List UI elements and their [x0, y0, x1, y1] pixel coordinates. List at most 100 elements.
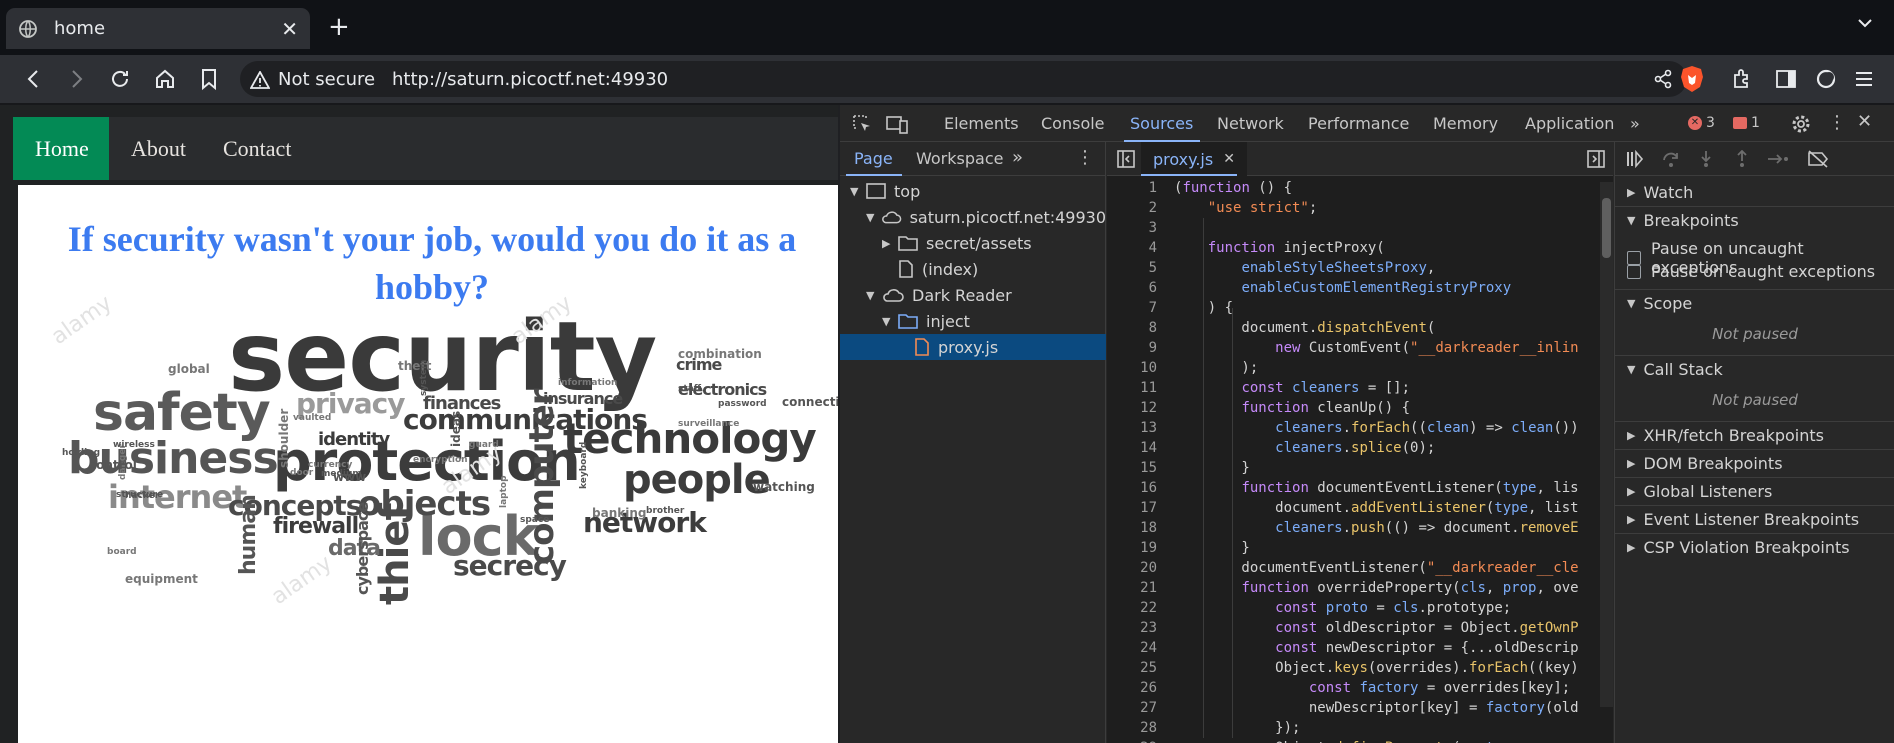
- line-number[interactable]: 10: [1107, 360, 1157, 376]
- line-number[interactable]: 1: [1107, 180, 1157, 196]
- security-indicator[interactable]: Not secure: [250, 69, 375, 90]
- line-number[interactable]: 26: [1107, 680, 1157, 696]
- close-file-icon[interactable]: ✕: [1223, 151, 1235, 167]
- line-number[interactable]: 24: [1107, 640, 1157, 656]
- tab-performance[interactable]: Performance: [1308, 114, 1409, 133]
- line-number[interactable]: 25: [1107, 660, 1157, 676]
- close-devtools-icon[interactable]: ✕: [1857, 111, 1872, 132]
- pause-caught-checkbox[interactable]: Pause on caught exceptions: [1627, 262, 1875, 281]
- new-tab-button[interactable]: +: [328, 12, 350, 42]
- url-text[interactable]: http://saturn.picoctf.net:49930: [392, 69, 668, 90]
- tree-item-proxy-js[interactable]: proxy.js: [840, 334, 1106, 360]
- navigator-menu-icon[interactable]: ⋮: [1076, 147, 1094, 168]
- dom-breakpoints-section[interactable]: ▶ DOM Breakpoints: [1615, 449, 1894, 477]
- home-icon[interactable]: [153, 67, 177, 91]
- tab-elements[interactable]: Elements: [944, 114, 1019, 133]
- line-number[interactable]: 2: [1107, 200, 1157, 216]
- line-number[interactable]: 12: [1107, 400, 1157, 416]
- leo-ai-icon[interactable]: [1814, 67, 1838, 91]
- watch-section[interactable]: ▶ Watch: [1615, 178, 1894, 206]
- more-tabs-icon[interactable]: »: [1630, 114, 1640, 133]
- reload-icon[interactable]: [108, 67, 132, 91]
- toggle-navigator-icon[interactable]: [1117, 150, 1135, 168]
- inspect-element-icon[interactable]: [852, 114, 872, 134]
- line-number[interactable]: 6: [1107, 280, 1157, 296]
- line-number[interactable]: 27: [1107, 700, 1157, 716]
- line-number[interactable]: 9: [1107, 340, 1157, 356]
- global-listeners-section[interactable]: ▶ Global Listeners: [1615, 477, 1894, 505]
- line-number[interactable]: 13: [1107, 420, 1157, 436]
- menu-icon[interactable]: [1852, 67, 1876, 91]
- errors-counter[interactable]: ✕ 3: [1688, 115, 1715, 131]
- code-view[interactable]: 1 (function () {2 "use strict"; 3 4 functio…: [1107, 178, 1613, 743]
- step-over-icon[interactable]: [1661, 150, 1681, 168]
- tab-sources[interactable]: Sources: [1130, 114, 1193, 133]
- share-icon[interactable]: [1653, 69, 1673, 89]
- line-number[interactable]: 4: [1107, 240, 1157, 256]
- checkbox[interactable]: [1627, 264, 1641, 279]
- editor-tab-proxy-js[interactable]: proxy.js ✕: [1141, 142, 1247, 176]
- address-bar[interactable]: Not secure http://saturn.picoctf.net:499…: [240, 61, 1687, 97]
- tree-item-index[interactable]: (index): [840, 256, 1106, 282]
- tree-item-origin[interactable]: ▼ saturn.picoctf.net:49930: [840, 204, 1106, 230]
- forward-icon[interactable]: [64, 67, 88, 91]
- line-number[interactable]: 17: [1107, 500, 1157, 516]
- csp-violation-breakpoints-section[interactable]: ▶ CSP Violation Breakpoints: [1615, 533, 1894, 561]
- tab-application[interactable]: Application: [1525, 114, 1614, 133]
- kebab-menu-icon[interactable]: ⋮: [1828, 112, 1846, 133]
- tab-console[interactable]: Console: [1041, 114, 1105, 133]
- line-number[interactable]: 28: [1107, 720, 1157, 736]
- line-number[interactable]: 23: [1107, 620, 1157, 636]
- xhr-breakpoints-section[interactable]: ▶ XHR/fetch Breakpoints: [1615, 421, 1894, 449]
- call-stack-section[interactable]: ▼ Call Stack: [1615, 355, 1894, 383]
- brave-shields-icon[interactable]: [1680, 65, 1704, 93]
- step-out-icon[interactable]: [1733, 150, 1751, 168]
- tab-memory[interactable]: Memory: [1433, 114, 1498, 133]
- line-number[interactable]: 22: [1107, 600, 1157, 616]
- line-number[interactable]: 16: [1107, 480, 1157, 496]
- line-number[interactable]: 5: [1107, 260, 1157, 276]
- navigator-tab-page[interactable]: Page: [854, 149, 893, 168]
- line-number[interactable]: 15: [1107, 460, 1157, 476]
- step-icon[interactable]: [1767, 150, 1789, 168]
- tab-network[interactable]: Network: [1217, 114, 1284, 133]
- pause-icon[interactable]: [1625, 150, 1643, 168]
- settings-gear-icon[interactable]: [1790, 113, 1812, 135]
- line-number[interactable]: 7: [1107, 300, 1157, 316]
- navigator-tab-workspace[interactable]: Workspace: [916, 149, 1003, 168]
- tab-search-chevron-icon[interactable]: [1856, 14, 1874, 32]
- tree-item-inject[interactable]: ▼ inject: [840, 308, 1106, 334]
- back-icon[interactable]: [22, 67, 46, 91]
- line-number[interactable]: 14: [1107, 440, 1157, 456]
- more-navigator-tabs-icon[interactable]: »: [1012, 147, 1023, 168]
- nav-about-link[interactable]: About: [109, 117, 208, 180]
- line-number[interactable]: 20: [1107, 560, 1157, 576]
- nav-contact-link[interactable]: Contact: [201, 117, 313, 180]
- bookmark-icon[interactable]: [197, 67, 221, 91]
- event-listener-breakpoints-section[interactable]: ▶ Event Listener Breakpoints: [1615, 505, 1894, 533]
- issues-counter[interactable]: 1: [1733, 115, 1760, 131]
- breakpoints-section[interactable]: ▼ Breakpoints: [1615, 206, 1894, 234]
- device-toolbar-icon[interactable]: [886, 114, 908, 134]
- line-number[interactable]: 18: [1107, 520, 1157, 536]
- sidebar-icon[interactable]: [1774, 67, 1798, 91]
- line-number[interactable]: 8: [1107, 320, 1157, 336]
- browser-tab[interactable]: home ✕: [6, 8, 310, 49]
- tree-item-secret-assets[interactable]: ▶ secret/assets: [840, 230, 1106, 256]
- tree-item-dark-reader[interactable]: ▼ Dark Reader: [840, 282, 1106, 308]
- close-tab-icon[interactable]: ✕: [281, 17, 298, 41]
- scope-section[interactable]: ▼ Scope: [1615, 289, 1894, 317]
- call-stack-status: Not paused: [1712, 391, 1798, 409]
- line-number[interactable]: 19: [1107, 540, 1157, 556]
- step-into-icon[interactable]: [1697, 150, 1715, 168]
- nav-home-link[interactable]: Home: [13, 117, 109, 180]
- deactivate-breakpoints-icon[interactable]: [1807, 150, 1829, 168]
- scrollbar-thumb[interactable]: [1602, 198, 1611, 258]
- line-number[interactable]: 11: [1107, 380, 1157, 396]
- tree-item-top[interactable]: ▼ top: [840, 178, 1106, 204]
- toggle-debugger-icon[interactable]: [1587, 150, 1605, 168]
- extensions-icon[interactable]: [1730, 67, 1754, 91]
- editor-scrollbar[interactable]: [1600, 182, 1613, 707]
- line-number[interactable]: 21: [1107, 580, 1157, 596]
- line-number[interactable]: 3: [1107, 220, 1157, 236]
